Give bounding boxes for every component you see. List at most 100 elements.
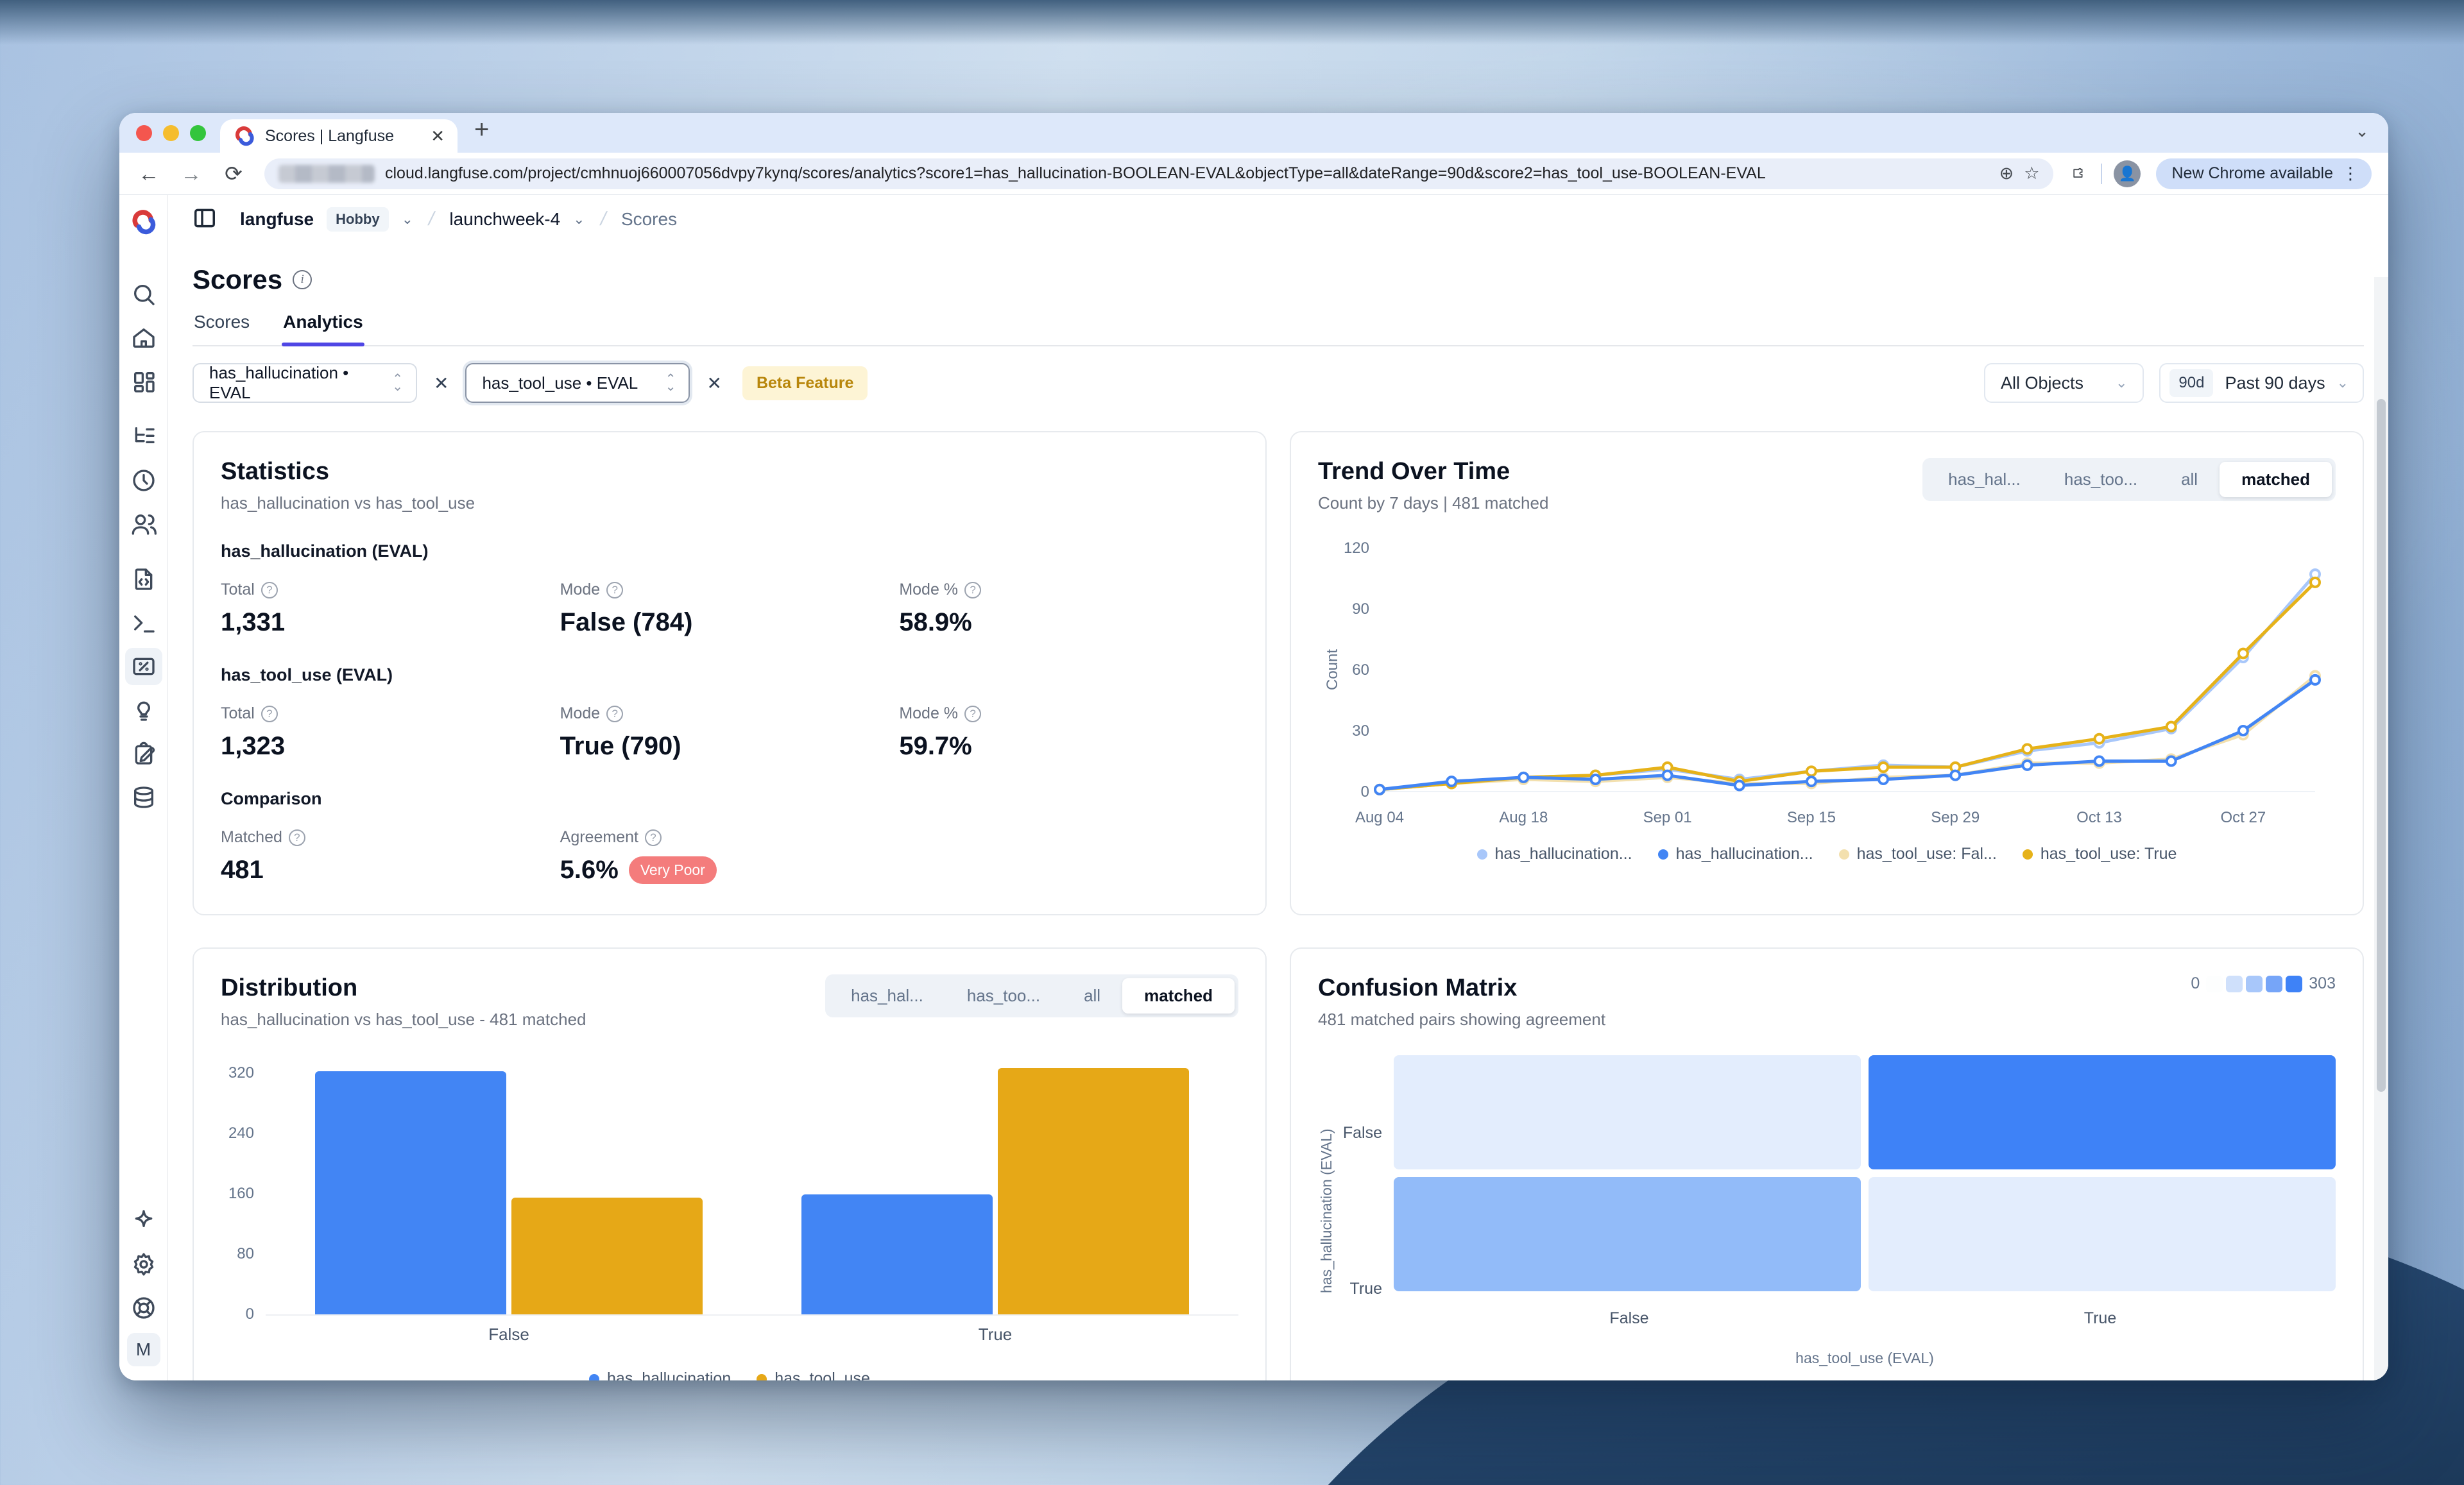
breadcrumb-org[interactable]: langfuse xyxy=(240,209,314,230)
file-code-icon xyxy=(131,566,157,592)
sidebar-item-support[interactable] xyxy=(125,1289,162,1327)
sidebar-item-datasets[interactable] xyxy=(125,779,162,816)
info-icon[interactable]: i xyxy=(293,270,312,289)
reload-button[interactable]: ⟳ xyxy=(216,161,252,186)
sidebar-toggle-button[interactable] xyxy=(193,206,217,233)
database-icon xyxy=(131,785,157,810)
confusion-cells xyxy=(1394,1055,2336,1291)
object-type-select[interactable]: All Objects ⌄ xyxy=(1984,363,2144,403)
chart-scope-tab-matched[interactable]: matched xyxy=(2220,462,2332,497)
score2-remove-button[interactable]: ✕ xyxy=(704,370,724,396)
page-scrollbar-thumb[interactable] xyxy=(2377,399,2386,1092)
url-text[interactable]: cloud.langfuse.com/project/cmhnuoj660007… xyxy=(385,164,1989,183)
breadcrumb-separator: / xyxy=(426,208,436,230)
score1-value: has_hallucination • EVAL xyxy=(209,363,379,403)
stat-value: 481 xyxy=(221,856,560,885)
cm-cell-true-false[interactable] xyxy=(1394,1177,1861,1291)
page-scrollbar-track[interactable] xyxy=(2374,277,2388,1380)
cm-cell-false-true[interactable] xyxy=(1869,1055,2336,1169)
chart-scope-tab-has_hal[interactable]: has_hal... xyxy=(829,978,945,1014)
browser-menu-icon[interactable]: ⋮ xyxy=(2342,164,2359,183)
stat-section-2-grid: Total? 1,323 Mode? True (790) Mode %? 59… xyxy=(221,704,1238,761)
distribution-legend: has_hallucinationhas_tool_use xyxy=(221,1370,1238,1380)
chart-scope-tab-matched[interactable]: matched xyxy=(1122,978,1235,1014)
sidebar-item-settings[interactable] xyxy=(125,1246,162,1283)
chart-scope-tab-all[interactable]: all xyxy=(2159,462,2220,497)
cm-cell-false-false[interactable] xyxy=(1394,1055,1861,1169)
breadcrumb-page[interactable]: Scores xyxy=(621,209,677,230)
confusion-y-axis-label: has_hallucination (EVAL) xyxy=(1318,1055,1344,1367)
score1-remove-button[interactable]: ✕ xyxy=(431,370,451,396)
scale-swatch xyxy=(2286,976,2302,992)
sidebar-rail: M xyxy=(119,195,168,1380)
sidebar-item-search[interactable] xyxy=(125,276,162,313)
y-tick-label: 0 xyxy=(246,1305,254,1323)
close-window-button[interactable] xyxy=(136,125,152,141)
help-icon[interactable]: ? xyxy=(289,829,305,846)
extensions-icon[interactable] xyxy=(2066,162,2089,185)
bar-has_tool_use-false[interactable] xyxy=(511,1198,703,1314)
bar-has_tool_use-true[interactable] xyxy=(998,1068,1189,1314)
help-icon[interactable]: ? xyxy=(964,582,981,598)
fullscreen-window-button[interactable] xyxy=(190,125,206,141)
zoom-icon[interactable]: ⊕ xyxy=(1999,164,2014,183)
sidebar-item-whats-new[interactable] xyxy=(125,1202,162,1239)
sidebar-item-home[interactable] xyxy=(125,319,162,357)
browser-tab-active[interactable]: Scores | Langfuse ✕ xyxy=(220,119,458,153)
bar-has_hallucination-false[interactable] xyxy=(315,1071,506,1314)
chart-scope-tab-has_too[interactable]: has_too... xyxy=(945,978,1062,1014)
new-tab-button[interactable]: + xyxy=(474,117,489,142)
comparison-section-name: Comparison xyxy=(221,789,1238,809)
chart-scope-tab-has_hal[interactable]: has_hal... xyxy=(1926,462,2042,497)
score2-select[interactable]: has_tool_use • EVAL ⌃⌄ xyxy=(465,363,690,403)
bar-has_hallucination-true[interactable] xyxy=(801,1194,993,1314)
org-switcher-chevron-icon[interactable]: ⌄ xyxy=(402,211,413,228)
date-range-select[interactable]: 90d Past 90 days ⌄ xyxy=(2159,363,2364,403)
stat-label: Mode xyxy=(560,704,601,723)
cm-cell-true-true[interactable] xyxy=(1869,1177,2336,1291)
chrome-update-chip[interactable]: New Chrome available ⋮ xyxy=(2156,158,2372,189)
back-button[interactable]: ← xyxy=(131,162,167,186)
forward-button[interactable]: → xyxy=(173,162,209,186)
sidebar-item-playground[interactable] xyxy=(125,604,162,641)
tab-close-icon[interactable]: ✕ xyxy=(431,128,445,144)
sidebar-item-prompts[interactable] xyxy=(125,561,162,598)
stat-total-2: Total? 1,323 xyxy=(221,704,560,761)
confusion-matrix-card: Confusion Matrix 481 matched pairs showi… xyxy=(1290,947,2364,1380)
sidebar-item-evaluators[interactable] xyxy=(125,692,162,729)
help-icon[interactable]: ? xyxy=(606,582,623,598)
minimize-window-button[interactable] xyxy=(163,125,179,141)
confusion-color-scale: 0 303 xyxy=(2191,974,2336,993)
sparkle-icon xyxy=(131,1208,157,1234)
help-icon[interactable]: ? xyxy=(261,582,278,598)
project-switcher-chevron-icon[interactable]: ⌄ xyxy=(573,211,585,228)
chart-scope-tab-all[interactable]: all xyxy=(1062,978,1122,1014)
help-icon[interactable]: ? xyxy=(964,706,981,722)
user-avatar[interactable]: M xyxy=(127,1333,160,1366)
browser-profile-avatar[interactable]: 👤 xyxy=(2114,160,2141,187)
legend-dot xyxy=(1839,849,1849,860)
tab-analytics[interactable]: Analytics xyxy=(282,312,364,345)
sidebar-item-dashboards[interactable] xyxy=(125,363,162,400)
stat-label: Mode % xyxy=(899,581,958,599)
url-bar[interactable]: cloud.langfuse.com/project/cmhnuoj660007… xyxy=(264,158,2053,189)
gear-icon xyxy=(131,1252,157,1277)
breadcrumb-project[interactable]: launchweek-4 xyxy=(449,209,560,230)
score1-select[interactable]: has_hallucination • EVAL ⌃⌄ xyxy=(193,363,417,403)
sidebar-item-users[interactable] xyxy=(125,505,162,543)
sidebar-item-tracing[interactable] xyxy=(125,418,162,455)
stat-value: 5.6% xyxy=(560,856,619,885)
sidebar-item-scores[interactable] xyxy=(125,648,162,685)
tab-search-icon[interactable]: ⌄ xyxy=(2355,121,2369,141)
distribution-title: Distribution xyxy=(221,974,586,1002)
svg-text:Oct 13: Oct 13 xyxy=(2076,809,2122,826)
help-icon[interactable]: ? xyxy=(606,706,623,722)
help-icon[interactable]: ? xyxy=(645,829,662,846)
chart-scope-tab-has_too[interactable]: has_too... xyxy=(2042,462,2159,497)
tab-scores[interactable]: Scores xyxy=(193,312,251,345)
sidebar-item-sessions[interactable] xyxy=(125,462,162,499)
y-tick-label: 320 xyxy=(228,1064,254,1082)
sidebar-item-annotation[interactable] xyxy=(125,735,162,772)
bookmark-star-icon[interactable]: ☆ xyxy=(2024,164,2039,183)
help-icon[interactable]: ? xyxy=(261,706,278,722)
